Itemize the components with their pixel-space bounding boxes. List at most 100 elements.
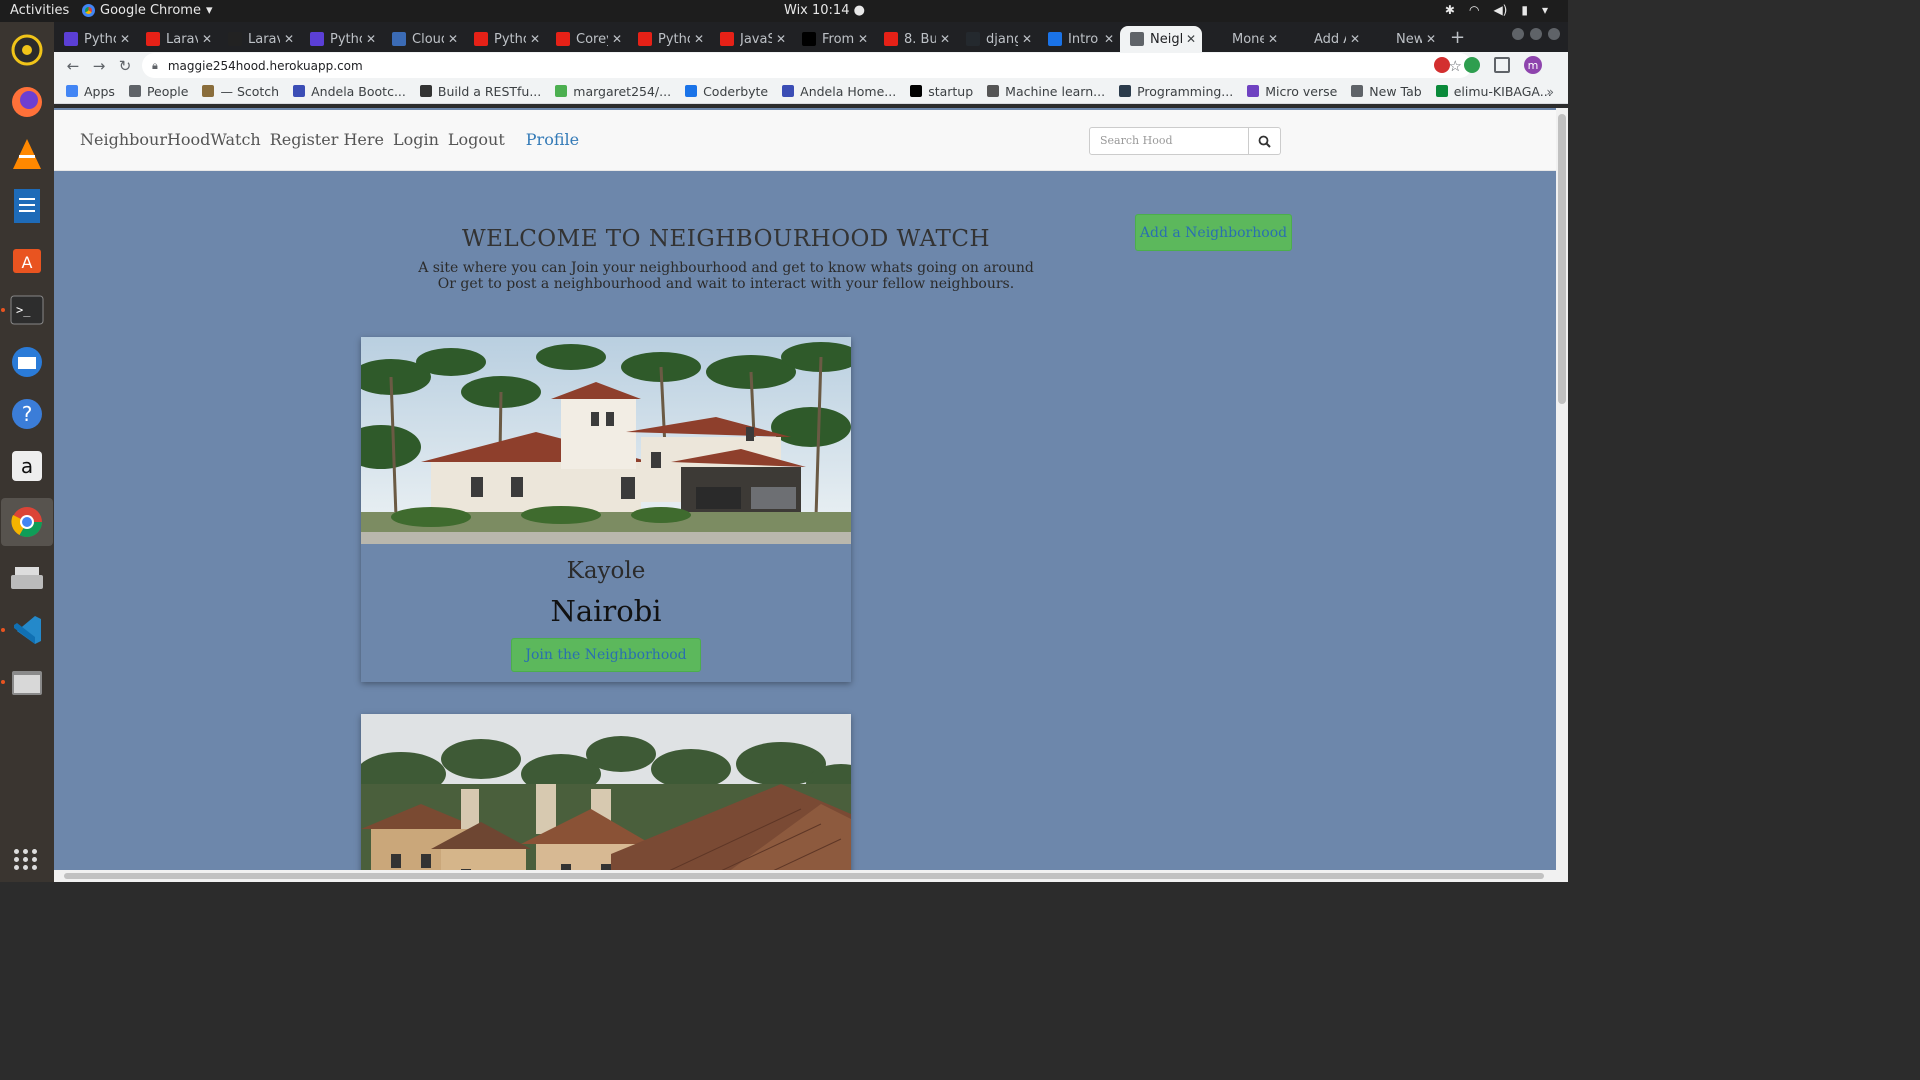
search-input[interactable]: Search Hood: [1089, 127, 1249, 155]
tab-close-icon[interactable]: ✕: [694, 32, 704, 46]
browser-tab[interactable]: Larav ✕: [218, 26, 300, 52]
bluetooth-icon[interactable]: ✱: [1445, 3, 1455, 17]
tab-close-icon[interactable]: ✕: [940, 32, 950, 46]
wifi-icon[interactable]: ◠: [1469, 3, 1479, 17]
browser-tab[interactable]: 8. Bu ✕: [874, 26, 956, 52]
activities-button[interactable]: Activities: [10, 3, 69, 18]
thunderbird-icon[interactable]: [7, 342, 47, 382]
show-applications-icon[interactable]: [14, 849, 38, 870]
browser-tab[interactable]: Pytho ✕: [464, 26, 546, 52]
browser-tab[interactable]: Pytho ✕: [300, 26, 382, 52]
browser-tab[interactable]: JavaS ✕: [710, 26, 792, 52]
tab-close-icon[interactable]: ✕: [1426, 32, 1436, 46]
media-controls-icon[interactable]: [1494, 57, 1510, 73]
close-window-button[interactable]: [1548, 28, 1560, 40]
browser-tab[interactable]: Corey ✕: [546, 26, 628, 52]
bookmark-item[interactable]: startup: [910, 84, 973, 99]
browser-tab[interactable]: Pytho ✕: [628, 26, 710, 52]
app-menu[interactable]: Google Chrome ▾: [82, 3, 213, 18]
browser-tab[interactable]: Mone ✕: [1202, 26, 1284, 52]
bookmark-item[interactable]: New Tab: [1351, 84, 1422, 99]
tab-close-icon[interactable]: ✕: [448, 32, 458, 46]
power-menu-icon[interactable]: ▾: [1542, 3, 1548, 17]
tab-favicon-icon: [802, 32, 816, 46]
tab-close-icon[interactable]: ✕: [284, 32, 294, 46]
amazon-icon[interactable]: a: [7, 446, 47, 486]
register-link[interactable]: Register Here: [270, 130, 384, 149]
brand-link[interactable]: NeighbourHoodWatch: [80, 130, 261, 149]
writer-icon[interactable]: [7, 186, 47, 226]
tab-close-icon[interactable]: ✕: [1104, 32, 1114, 46]
back-arrow-icon[interactable]: ←: [60, 57, 86, 75]
profile-avatar[interactable]: m: [1524, 56, 1542, 74]
tab-close-icon[interactable]: ✕: [858, 32, 868, 46]
tab-close-icon[interactable]: ✕: [1350, 32, 1360, 46]
opera-extension-icon[interactable]: [1434, 57, 1450, 73]
login-link[interactable]: Login: [393, 130, 439, 149]
vertical-scrollbar[interactable]: [1556, 108, 1568, 870]
software-center-icon[interactable]: A: [7, 238, 47, 278]
browser-tab[interactable]: Cloud ✕: [382, 26, 464, 52]
browser-tab[interactable]: Larav ✕: [136, 26, 218, 52]
bookmark-item[interactable]: People: [128, 84, 188, 99]
address-bar[interactable]: 🔒︎ maggie254hood.herokuapp.com ☆: [142, 53, 1472, 78]
tab-close-icon[interactable]: ✕: [366, 32, 376, 46]
bookmark-item[interactable]: Andela Bootc...: [293, 84, 406, 99]
bookmark-item[interactable]: Machine learn...: [987, 84, 1105, 99]
browser-tab[interactable]: Intro ✕: [1038, 26, 1120, 52]
horizontal-scrollbar-thumb[interactable]: [64, 873, 1544, 879]
maximize-button[interactable]: [1530, 28, 1542, 40]
files-icon[interactable]: [1, 662, 47, 702]
minimize-button[interactable]: [1512, 28, 1524, 40]
bookmark-item[interactable]: Coderbyte: [685, 84, 768, 99]
tab-close-icon[interactable]: ✕: [530, 32, 540, 46]
battery-icon[interactable]: ▮: [1521, 3, 1528, 17]
tab-close-icon[interactable]: ✕: [612, 32, 622, 46]
bookmark-item[interactable]: Andela Home...: [782, 84, 896, 99]
vertical-scrollbar-thumb[interactable]: [1558, 114, 1566, 404]
new-tab-button[interactable]: +: [1450, 27, 1465, 52]
shield-extension-icon[interactable]: [1464, 57, 1480, 73]
join-neighborhood-button[interactable]: Join the Neighborhood: [511, 638, 701, 672]
horizontal-scrollbar[interactable]: [54, 870, 1568, 882]
browser-tab[interactable]: From ✕: [792, 26, 874, 52]
system-tray[interactable]: ✱ ◠ ◀) ▮ ▾: [1445, 3, 1548, 17]
browser-tab[interactable]: Neigl ✕: [1120, 26, 1202, 52]
tab-close-icon[interactable]: ✕: [776, 32, 786, 46]
tab-close-icon[interactable]: ✕: [202, 32, 212, 46]
bookmark-item[interactable]: Apps: [66, 84, 115, 99]
chrome-icon[interactable]: [1, 498, 53, 546]
browser-tab[interactable]: djang ✕: [956, 26, 1038, 52]
logout-link[interactable]: Logout: [448, 130, 505, 149]
bookmark-label: Andela Bootc...: [311, 83, 406, 99]
reload-icon[interactable]: ↻: [112, 57, 138, 75]
tab-close-icon[interactable]: ✕: [1268, 32, 1278, 46]
tab-close-icon[interactable]: ✕: [1186, 32, 1196, 46]
help-icon[interactable]: ?: [7, 394, 47, 434]
bookmark-item[interactable]: — Scotch: [202, 84, 279, 99]
terminal-icon[interactable]: >_: [1, 290, 47, 330]
volume-icon[interactable]: ◀): [1493, 3, 1507, 17]
rhythmbox-icon[interactable]: [7, 30, 47, 70]
browser-tab[interactable]: New Tab ✕: [1366, 26, 1442, 52]
tab-close-icon[interactable]: ✕: [1022, 32, 1032, 46]
clock[interactable]: Wix 10:14 ●: [784, 3, 865, 18]
bookmark-item[interactable]: elimu-KIBAGA...: [1435, 84, 1552, 99]
bookmark-item[interactable]: Build a RESTfu...: [419, 84, 541, 99]
lock-icon[interactable]: 🔒︎: [152, 59, 158, 73]
bookmark-item[interactable]: Micro verse: [1247, 84, 1337, 99]
vlc-icon[interactable]: [7, 134, 47, 174]
tab-close-icon[interactable]: ✕: [120, 32, 130, 46]
add-neighborhood-button[interactable]: Add a Neighborhood: [1135, 214, 1292, 251]
forward-arrow-icon[interactable]: →: [86, 57, 112, 75]
profile-link[interactable]: Profile: [526, 130, 579, 149]
bookmark-item[interactable]: Programming...: [1119, 84, 1233, 99]
bookmarks-overflow-icon[interactable]: »: [1546, 84, 1554, 99]
bookmark-item[interactable]: margaret254/...: [555, 84, 671, 99]
firefox-icon[interactable]: [7, 82, 47, 122]
browser-tab[interactable]: Pytho ✕: [54, 26, 136, 52]
vscode-icon[interactable]: [1, 610, 47, 650]
scanner-icon[interactable]: [7, 558, 47, 598]
browser-tab[interactable]: Add A ✕: [1284, 26, 1366, 52]
search-button[interactable]: [1249, 127, 1281, 155]
